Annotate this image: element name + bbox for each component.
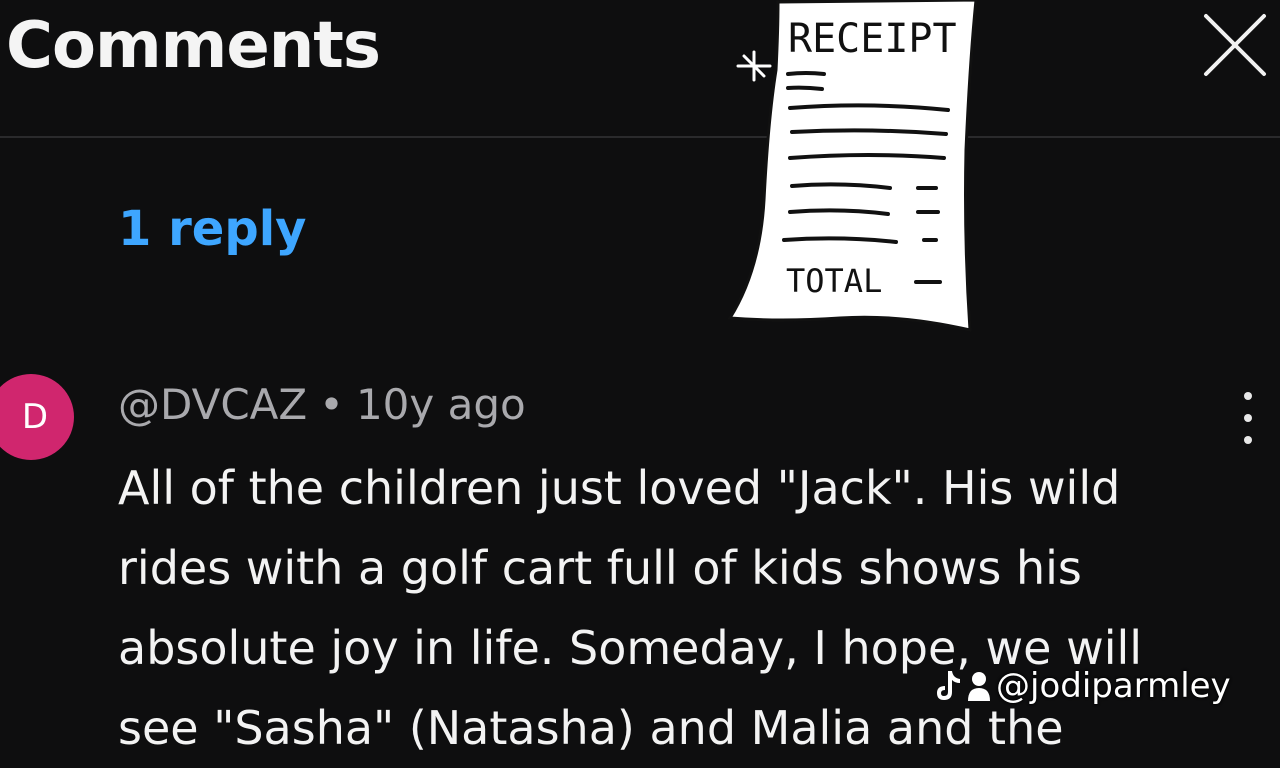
- comment-text: All of the children just loved "Jack". H…: [118, 448, 1248, 768]
- more-options-dot: [1244, 414, 1252, 422]
- close-icon: [1204, 14, 1266, 76]
- comment-meta: @DVCAZ • 10y ago: [118, 378, 526, 432]
- meta-separator: •: [319, 380, 344, 429]
- comment-timestamp: 10y ago: [355, 380, 526, 429]
- comment-line: All of the children just loved "Jack". H…: [118, 461, 1121, 515]
- avatar-letter: D: [21, 397, 49, 437]
- header-divider: [0, 136, 1280, 138]
- page-title: Comments: [6, 9, 381, 83]
- watermark: @jodiparmley: [934, 664, 1231, 708]
- tiktok-icon: [937, 671, 960, 700]
- more-options-button[interactable]: [1228, 392, 1268, 444]
- more-options-dot: [1244, 436, 1252, 444]
- view-replies-link[interactable]: 1 reply: [118, 196, 306, 262]
- receipt-sticker: RECEIPT TOTAL: [720, 0, 990, 340]
- profile-icon: [968, 672, 990, 701]
- close-button[interactable]: [1198, 8, 1272, 82]
- watermark-handle: @jodiparmley: [996, 666, 1231, 706]
- avatar[interactable]: D: [0, 374, 74, 460]
- sparkle-icon: [736, 50, 772, 82]
- comment-line: rides with a golf cart full of kids show…: [118, 541, 1082, 595]
- receipt-total-label: TOTAL: [786, 262, 882, 300]
- more-options-icon: [1244, 392, 1252, 400]
- comment-username[interactable]: @DVCAZ: [118, 380, 307, 429]
- receipt-heading: RECEIPT: [788, 16, 957, 62]
